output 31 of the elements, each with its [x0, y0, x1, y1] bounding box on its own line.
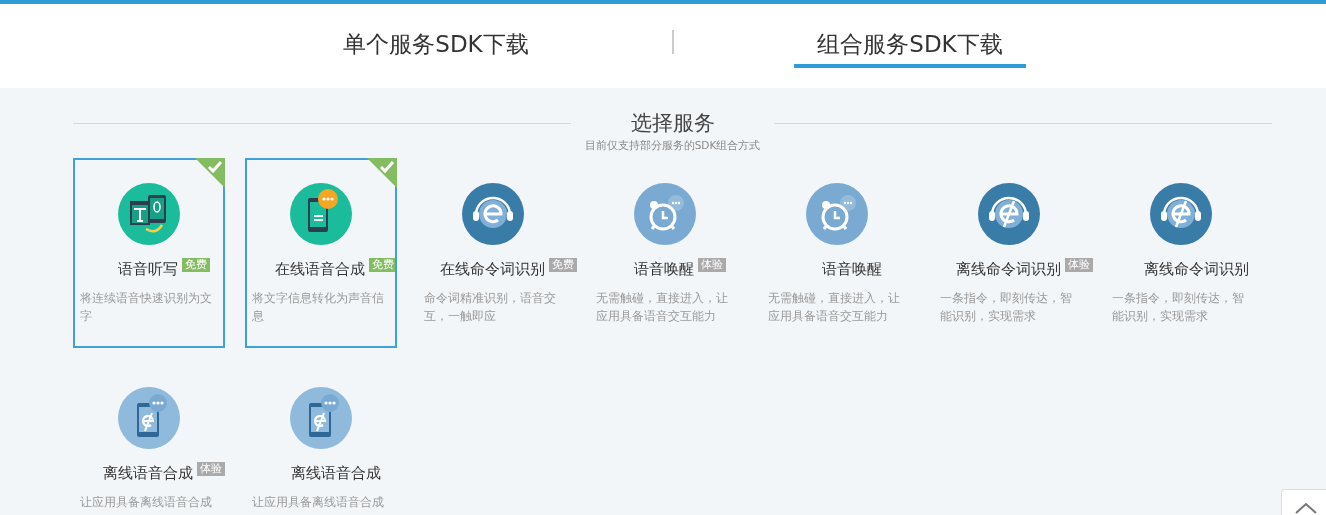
service-description: 无需触碰，直接进入，让应用具备语音交互能力 [595, 290, 729, 325]
service-badge: 免费 [369, 258, 397, 272]
checkmark-icon [367, 158, 397, 188]
service-name: 离线命令词识别 [955, 259, 1061, 279]
service-name: 离线命令词识别 [1143, 259, 1249, 279]
service-name: 语音唤醒 [634, 259, 694, 279]
service-name: 离线语音合成 [103, 463, 193, 483]
service-badge: 免费 [182, 258, 210, 272]
service-badge: 免费 [548, 258, 577, 272]
service-badge: 体验 [197, 462, 225, 476]
caret-icon [1294, 502, 1318, 514]
service-name: 语音唤醒 [822, 259, 882, 279]
service-name: 语音听写 [118, 259, 178, 279]
tab[interactable]: 单个服务SDK下载 [320, 4, 552, 68]
checkmark-icon [195, 158, 225, 188]
service-description: 将连续语音快速识别为文字 [79, 290, 213, 325]
service-badge: 体验 [1064, 258, 1093, 272]
service-badge: 体验 [698, 258, 726, 272]
service-description: 一条指令，即刻传达，智能识别，实现需求 [1111, 290, 1245, 325]
service-description: 一条指令，即刻传达，智能识别，实现需求 [939, 290, 1073, 325]
service-name: 在线命令词识别 [439, 259, 545, 279]
section-subtitle: 目前仅支持部分服务的SDK组合方式 [584, 138, 761, 152]
service-description: 命令词精准识别，语音交互，一触即应 [423, 290, 557, 325]
service-name: 离线语音合成 [291, 463, 381, 483]
section-title: 选择服务 [629, 110, 716, 137]
service-description: 无需触碰，直接进入，让应用具备语音交互能力 [767, 290, 901, 325]
service-description: 将文字信息转化为声音信息 [251, 290, 385, 325]
service-description: 让应用具备离线语音合成 [251, 494, 385, 511]
service-name: 在线语音合成 [275, 259, 365, 279]
service-description: 让应用具备离线语音合成 [79, 494, 213, 511]
tab[interactable]: 组合服务SDK下载 [794, 4, 1026, 68]
